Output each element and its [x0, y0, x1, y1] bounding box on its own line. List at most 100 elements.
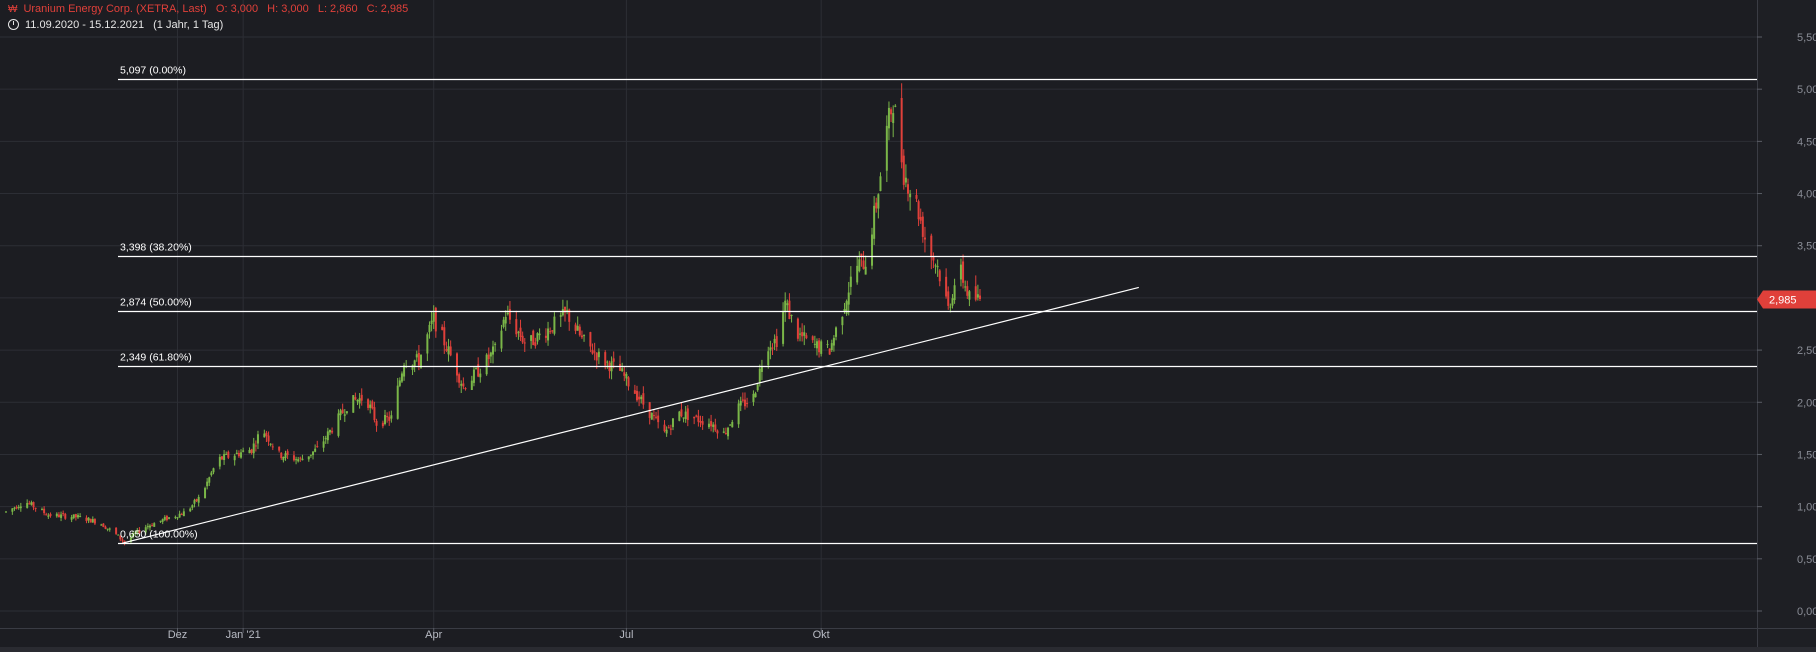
- drawing-tools[interactable]: 5,097 (0.00%) 3,398 (38.20%) 2,874 (50.00%…: [118, 65, 1757, 545]
- candle-body: [640, 396, 643, 400]
- candle-body: [168, 517, 171, 519]
- candle-body: [204, 488, 207, 498]
- candle-body: [627, 377, 630, 387]
- candle-body: [502, 319, 505, 327]
- candle-body: [508, 309, 511, 320]
- grid: [0, 0, 1816, 652]
- candle-body: [976, 294, 979, 298]
- candle-body: [19, 506, 22, 509]
- candle-body: [707, 423, 710, 428]
- candle-body: [544, 335, 547, 338]
- candle-body: [712, 424, 715, 427]
- candle-body: [494, 343, 497, 345]
- candle-body: [657, 415, 660, 423]
- candle-body: [686, 408, 689, 421]
- candle-body: [299, 457, 302, 459]
- fib-level-label: 5,097 (0.00%): [120, 65, 186, 77]
- candle-body: [263, 433, 266, 438]
- candle-body: [693, 416, 696, 419]
- navigator-strip: [0, 647, 1816, 652]
- date-range[interactable]: 11.09.2020 - 15.12.2021: [25, 19, 144, 31]
- candle-body: [678, 411, 681, 421]
- candle-body: [43, 508, 46, 514]
- candle-body: [191, 505, 194, 508]
- y-tick-label: 3,500: [1797, 241, 1816, 253]
- x-tick-label: Dez: [168, 629, 188, 641]
- candle-body: [375, 420, 378, 426]
- candle-body: [106, 528, 109, 530]
- candle-body: [856, 265, 859, 283]
- candle-body: [547, 328, 550, 341]
- candle-body: [917, 201, 920, 220]
- candle-body: [716, 430, 719, 434]
- candle-body: [47, 515, 50, 517]
- instrument-title[interactable]: Uranium Energy Corp. (XETRA, Last): [23, 3, 206, 15]
- candle-body: [515, 319, 518, 335]
- candle-body: [953, 285, 956, 301]
- y-tick-label: 1,500: [1797, 449, 1816, 461]
- candle-body: [240, 452, 243, 458]
- candle-body: [737, 403, 740, 425]
- candle-body: [534, 342, 537, 346]
- candle-body: [373, 407, 376, 421]
- candle-body: [724, 432, 727, 434]
- candle-body: [62, 513, 65, 515]
- candles: [5, 83, 981, 546]
- candle-body: [314, 448, 317, 452]
- candle-body: [671, 418, 674, 428]
- candle-body: [28, 503, 31, 505]
- candle-body: [49, 513, 52, 517]
- candle-body: [887, 107, 890, 129]
- candle-body: [390, 415, 393, 419]
- candle-body: [741, 399, 744, 401]
- candle-body: [182, 511, 185, 517]
- candle-body: [858, 259, 861, 272]
- candle-body: [932, 256, 935, 261]
- candle-body: [441, 326, 444, 330]
- candle-body: [578, 326, 581, 336]
- candle-body: [360, 394, 363, 401]
- candle-body: [297, 459, 300, 462]
- candles-icon: ₩: [8, 4, 18, 15]
- candle-body: [252, 443, 255, 454]
- candle-body: [597, 351, 600, 358]
- candle-body: [921, 216, 924, 237]
- candle-body: [591, 349, 594, 354]
- candle-body: [445, 349, 448, 351]
- candle-body: [665, 429, 668, 434]
- candle-body: [5, 511, 7, 513]
- candle-body: [947, 291, 950, 306]
- price-chart[interactable]: 5,097 (0.00%) 3,398 (38.20%) 2,874 (50.00%…: [0, 0, 1816, 652]
- candle-body: [32, 502, 35, 508]
- candle-body: [801, 332, 804, 337]
- candle-body: [767, 351, 770, 366]
- candle-body: [316, 446, 319, 448]
- candle-body: [968, 291, 971, 300]
- candle-body: [561, 309, 564, 316]
- candle-body: [388, 416, 391, 421]
- candle-body: [17, 506, 20, 508]
- candle-body: [108, 528, 111, 530]
- candle-body: [489, 352, 492, 357]
- ohlc-low: L: 2,860: [317, 3, 358, 15]
- candle-body: [879, 176, 882, 191]
- candle-body: [447, 346, 450, 355]
- candle-body: [307, 456, 310, 460]
- candle-body: [828, 348, 831, 355]
- candle-body: [682, 417, 685, 419]
- candle-body: [875, 202, 878, 209]
- candle-body: [282, 456, 285, 461]
- candle-body: [386, 416, 389, 418]
- candle-body: [206, 481, 209, 487]
- candle-body: [650, 412, 653, 420]
- candle-body: [104, 526, 107, 529]
- candle-body: [352, 395, 355, 413]
- candle-body: [220, 456, 223, 460]
- candle-body: [832, 337, 835, 346]
- interval-label[interactable]: (1 Jahr, 1 Tag): [153, 19, 223, 31]
- y-tick-label: 2,000: [1797, 397, 1816, 409]
- candle-body: [208, 477, 211, 483]
- candle-body: [576, 325, 579, 331]
- candle-body: [936, 266, 939, 268]
- candle-body: [923, 237, 926, 240]
